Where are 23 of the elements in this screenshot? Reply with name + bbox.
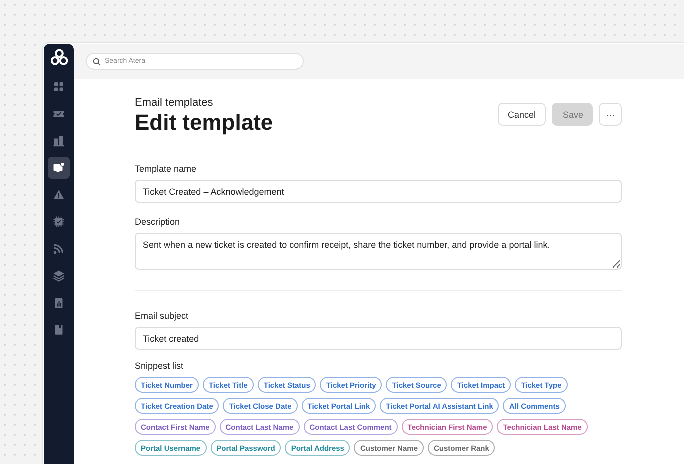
breadcrumb-text: Email templates [135, 97, 214, 109]
rss-icon [53, 243, 65, 255]
sidebar-item[interactable] [48, 157, 70, 179]
description-field[interactable]: Sent when a new ticket is created to confirm receipt, share the ticket number, and provide a portal link. [135, 233, 622, 270]
chip-icon [53, 216, 65, 228]
ticket-icon [53, 108, 65, 120]
grid-icon [53, 81, 65, 93]
section-label: Snippest list [135, 361, 185, 371]
field-label: Description [135, 217, 182, 227]
building-icon [53, 135, 65, 147]
field-label: Email subject [135, 311, 190, 321]
warning-icon [53, 189, 65, 201]
layers-icon [53, 270, 65, 282]
page-title: Edit template [135, 110, 274, 136]
logo-icon[interactable] [50, 49, 68, 66]
book-icon [53, 324, 65, 336]
text-field[interactable]: Ticket created [135, 327, 622, 350]
monitor-icon [53, 162, 65, 174]
clipboard-chart-icon [53, 297, 65, 309]
field-label: Template name [135, 164, 198, 174]
cancel-button[interactable]: Cancel [498, 103, 546, 126]
text-field[interactable]: Ticket Created – Acknowledgement [135, 180, 622, 203]
more-button[interactable]: ··· [599, 103, 622, 126]
